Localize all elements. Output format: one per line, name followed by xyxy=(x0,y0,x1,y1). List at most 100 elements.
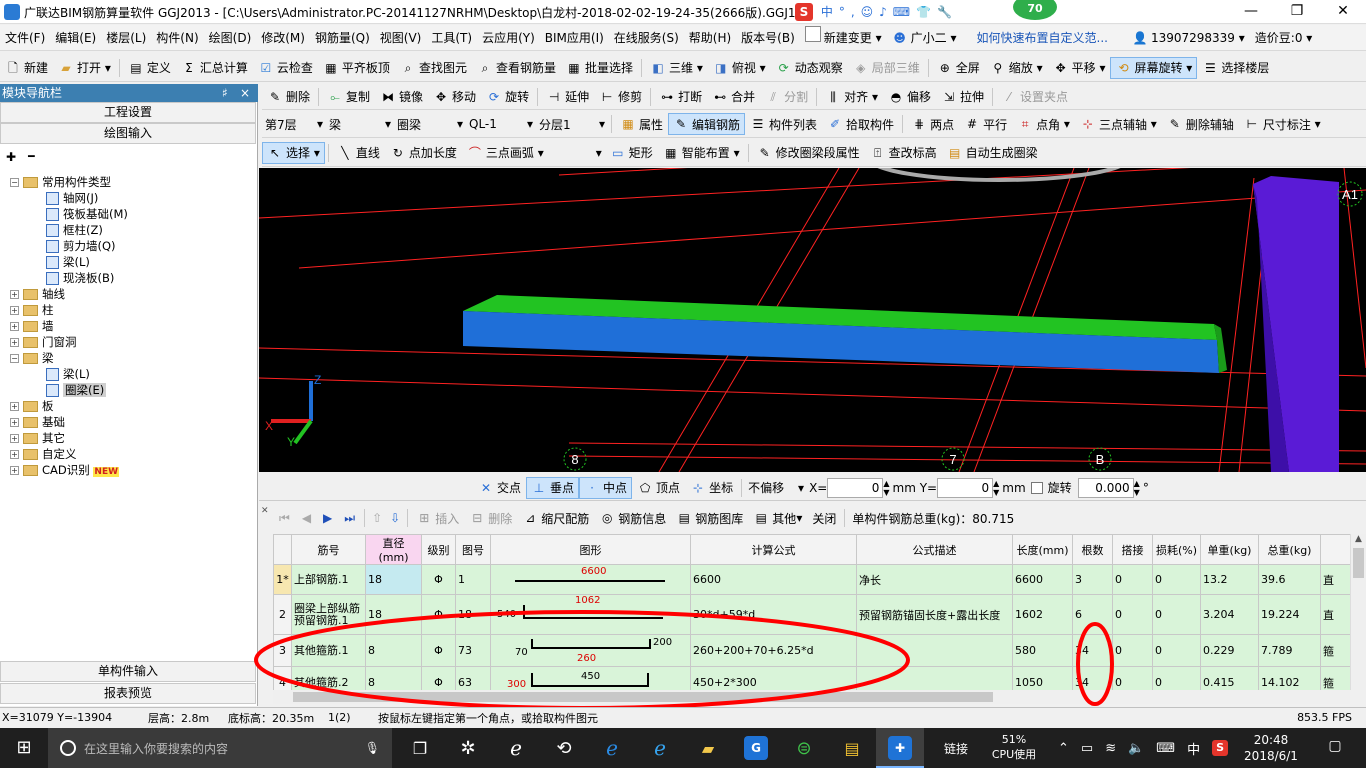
cell-extra[interactable]: 箍 xyxy=(1320,634,1350,667)
cell-loss[interactable]: 0 xyxy=(1152,564,1201,595)
find-element-button[interactable]: ⌕ 查找图元 xyxy=(395,57,472,79)
scroll-up-icon[interactable]: ▲ xyxy=(1351,534,1366,544)
cloud-check-button[interactable]: ☑ 云检查 xyxy=(253,57,318,79)
menu-rebar-qty[interactable]: 钢筋量(Q) xyxy=(310,25,375,51)
start-button[interactable]: ⊞ xyxy=(0,728,48,768)
close-rebar-button[interactable]: 关闭 xyxy=(807,507,841,529)
category-select[interactable]: 梁 ▾ xyxy=(326,114,394,134)
arc-mode-select[interactable]: ▾ xyxy=(549,143,605,163)
view-rebar-qty-button[interactable]: ⌕ 查看钢筋量 xyxy=(472,57,561,79)
tree-item[interactable]: 现浇板(B) xyxy=(46,270,114,286)
other-menu-button[interactable]: ▤ 其他 ▾ xyxy=(748,507,807,529)
dynamic-orbit-button[interactable]: ⟳ 动态观察 xyxy=(771,57,848,79)
check-elevation-button[interactable]: ⍐ 查改标高 xyxy=(865,142,942,164)
tree-item[interactable]: + 轴线 xyxy=(10,286,65,302)
select-tool-button[interactable]: ↖ 选择 ▾ xyxy=(262,141,325,164)
break-button[interactable]: ⊶ 打断 xyxy=(654,86,707,108)
cell-unit[interactable]: 0.415 xyxy=(1200,666,1259,690)
cell-extra[interactable]: 箍 xyxy=(1320,666,1350,690)
volume-icon[interactable]: 🔈 xyxy=(1128,741,1144,756)
pin-icon[interactable]: ♯ xyxy=(222,84,228,102)
assistant-menu[interactable]: ☻ 广小二 ▾ xyxy=(887,25,962,51)
snap-coordinate[interactable]: ⊹ 坐标 xyxy=(685,477,738,499)
rebar-library-button[interactable]: ▤ 钢筋图库 xyxy=(671,507,748,529)
cell-loss[interactable]: 0 xyxy=(1152,666,1201,690)
snap-midpoint[interactable]: · 中点 xyxy=(579,476,633,499)
column-header[interactable]: 根数 xyxy=(1072,534,1113,565)
column-header[interactable]: 搭接 xyxy=(1112,534,1153,565)
cell-length[interactable]: 6600 xyxy=(1012,564,1073,595)
merge-button[interactable]: ⊷ 合并 xyxy=(707,86,760,108)
cell-desc[interactable]: 净长 xyxy=(856,564,1013,595)
batch-select-button[interactable]: ▦ 批量选择 xyxy=(561,57,638,79)
properties-button[interactable]: ▦ 属性 xyxy=(615,113,668,135)
tree-expander-icon[interactable]: + xyxy=(10,338,19,347)
y-stepper[interactable]: ▲ ▼ xyxy=(993,479,999,497)
offset-mode-select[interactable]: 不偏移 ▾ xyxy=(745,478,807,498)
cell-total[interactable]: 14.102 xyxy=(1258,666,1321,690)
snap-intersection[interactable]: ✕ 交点 xyxy=(473,477,526,499)
smart-layout-button[interactable]: ▦ 智能布置 ▾ xyxy=(658,142,745,164)
menu-tools[interactable]: 工具(T) xyxy=(426,25,477,51)
cell-total[interactable]: 7.789 xyxy=(1258,634,1321,667)
last-record-icon[interactable]: ⏭ xyxy=(344,511,355,526)
mirror-button[interactable]: ⧓ 镜像 xyxy=(375,86,428,108)
notes-app-icon[interactable]: ▤ xyxy=(828,739,876,758)
column-header[interactable]: 计算公式 xyxy=(690,534,857,565)
glodon-cloud-icon[interactable]: ✚ xyxy=(876,728,924,768)
table-row[interactable]: 1* 上部钢筋.1 18 Φ 1 6600 6600 净长 6600 3 0 0 13.2 39.6 直 xyxy=(273,564,1350,595)
tree-item[interactable]: 梁(L) xyxy=(46,366,90,382)
maximize-button[interactable]: ❐ xyxy=(1274,0,1320,24)
trim-button[interactable]: ⊢ 修剪 xyxy=(594,86,647,108)
column-header[interactable]: 级别 xyxy=(421,534,456,565)
cell-grade[interactable]: Φ xyxy=(421,564,456,595)
cell-unit[interactable]: 3.204 xyxy=(1200,594,1259,635)
tree-item[interactable]: + 自定义 xyxy=(10,446,77,462)
tree-item[interactable]: 框柱(Z) xyxy=(46,222,103,238)
cell-loss[interactable]: 0 xyxy=(1152,594,1201,635)
expand-all-icon[interactable]: ✚ xyxy=(6,150,16,164)
menu-modify[interactable]: 修改(M) xyxy=(256,25,310,51)
column-header[interactable]: 总重(kg) xyxy=(1258,534,1321,565)
user-account[interactable]: 👤 13907298339 ▾ xyxy=(1127,25,1250,51)
zoom-button[interactable]: ⚲ 缩放 ▾ xyxy=(985,57,1048,79)
three-point-arc-button[interactable]: ⌒ 三点画弧 ▾ xyxy=(462,142,549,164)
two-point-button[interactable]: ⋕ 两点 xyxy=(906,113,959,135)
column-header[interactable]: 损耗(%) xyxy=(1152,534,1201,565)
cell-formula[interactable]: 6600 xyxy=(690,564,857,595)
tray-link[interactable]: 链接 xyxy=(944,740,968,757)
row-index[interactable]: 1* xyxy=(273,564,292,595)
floor-select[interactable]: 第7层 ▾ xyxy=(262,114,326,134)
pick-component-button[interactable]: ✐ 拾取构件 xyxy=(822,113,899,135)
rotate-input[interactable]: 0.000 xyxy=(1077,477,1134,498)
cell-fig[interactable]: 1 xyxy=(455,564,491,595)
menu-file[interactable]: 文件(F) xyxy=(0,25,50,51)
point-angle-button[interactable]: ⌗ 点角 ▾ xyxy=(1012,113,1075,135)
top-view-button[interactable]: ◨ 俯视 ▾ xyxy=(708,57,771,79)
tree-expander-icon[interactable]: + xyxy=(10,306,19,315)
x-input[interactable]: 0 xyxy=(827,477,884,498)
tree-item[interactable]: 梁(L) xyxy=(46,254,90,270)
cell-name[interactable]: 上部钢筋.1 xyxy=(291,564,366,595)
layer-select[interactable]: 分层1 ▾ xyxy=(536,114,608,134)
component-select[interactable]: QL-1 ▾ xyxy=(466,114,536,134)
snap-vertex[interactable]: ⬠ 顶点 xyxy=(632,477,685,499)
notification-icon[interactable]: ▢ xyxy=(1320,738,1350,754)
prev-record-icon[interactable]: ◀ xyxy=(302,511,311,525)
move-up-icon[interactable]: ⇧ xyxy=(372,511,382,525)
scroll-thumb[interactable] xyxy=(1353,548,1364,578)
tree-expander-icon[interactable]: + xyxy=(10,450,19,459)
first-record-icon[interactable]: ⏮ xyxy=(279,511,290,526)
tree-item[interactable]: 轴网(J) xyxy=(46,190,98,206)
cell-loss[interactable]: 0 xyxy=(1152,634,1201,667)
delete-aux-axis-button[interactable]: ✎ 删除辅轴 xyxy=(1162,113,1239,135)
tree-expander-icon[interactable]: + xyxy=(10,402,19,411)
split-button[interactable]: ⫽ 分割 xyxy=(760,86,813,108)
help-link[interactable]: 如何快速布置自定义范... xyxy=(972,25,1113,51)
cell-unit[interactable]: 13.2 xyxy=(1200,564,1259,595)
menu-bim[interactable]: BIM应用(I) xyxy=(540,25,609,51)
tree-item[interactable]: + 其它 xyxy=(10,430,65,446)
cell-dia[interactable]: 18 xyxy=(365,564,422,595)
tree-item[interactable]: + CAD识别 NEW xyxy=(10,462,120,478)
spiral-app-icon[interactable]: ⟲ xyxy=(540,738,588,759)
